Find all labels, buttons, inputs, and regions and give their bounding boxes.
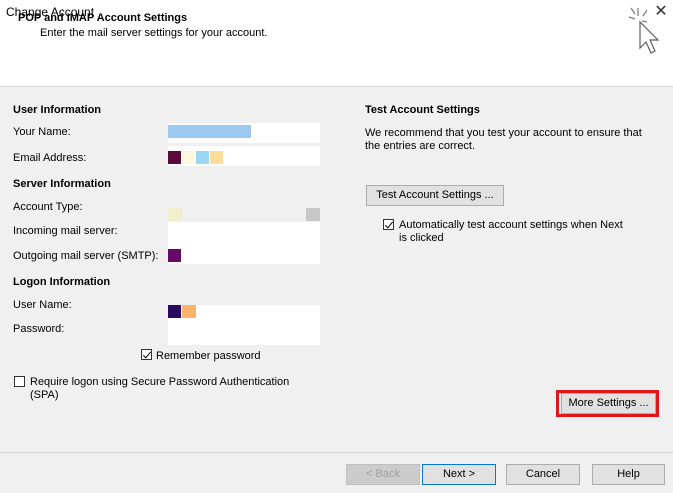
spa-checkbox[interactable] <box>14 376 25 387</box>
email-address-input[interactable] <box>168 146 320 166</box>
outgoing-server-label: Outgoing mail server (SMTP): <box>13 250 159 262</box>
email-address-label: Email Address: <box>13 152 87 164</box>
incoming-server-label: Incoming mail server: <box>13 225 118 237</box>
auto-test-checkbox[interactable] <box>383 219 394 230</box>
incoming-server-input[interactable] <box>168 222 320 264</box>
test-settings-desc-line2: the entries are correct. <box>365 140 476 152</box>
remember-password-label: Remember password <box>156 350 261 362</box>
next-button[interactable]: Next > <box>422 464 496 485</box>
back-button[interactable]: < Back <box>346 464 420 485</box>
redacted-email <box>168 151 181 164</box>
account-type-label: Account Type: <box>13 201 83 213</box>
user-name-label: User Name: <box>13 299 72 311</box>
help-button[interactable]: Help <box>592 464 665 485</box>
account-type-value <box>168 208 182 221</box>
remember-password-checkbox[interactable] <box>141 349 152 360</box>
user-info-heading: User Information <box>13 104 102 116</box>
redacted-name <box>168 125 251 138</box>
your-name-input[interactable] <box>168 123 320 143</box>
test-account-settings-button[interactable]: Test Account Settings ... <box>366 185 504 206</box>
test-settings-desc-line1: We recommend that you test your account … <box>365 127 642 139</box>
your-name-label: Your Name: <box>13 126 71 138</box>
redacted-outgoing-server <box>168 249 181 262</box>
spa-label-line1: Require logon using Secure Password Auth… <box>30 376 290 388</box>
logon-info-heading: Logon Information <box>13 276 111 288</box>
password-label: Password: <box>13 323 65 335</box>
header-subtitle: Enter the mail server settings for your … <box>40 27 268 39</box>
auto-test-label-line1: Automatically test account settings when… <box>399 219 623 231</box>
cursor-sparkle-icon <box>628 7 660 54</box>
auto-test-label-line2: is clicked <box>399 232 444 244</box>
server-info-heading: Server Information <box>13 178 111 190</box>
test-settings-heading: Test Account Settings <box>365 104 480 116</box>
header-title: POP and IMAP Account Settings <box>18 12 188 24</box>
spa-label-line2: (SPA) <box>30 389 59 401</box>
footer-divider <box>0 452 673 453</box>
cancel-button[interactable]: Cancel <box>506 464 580 485</box>
more-settings-button[interactable]: More Settings ... <box>561 393 656 414</box>
